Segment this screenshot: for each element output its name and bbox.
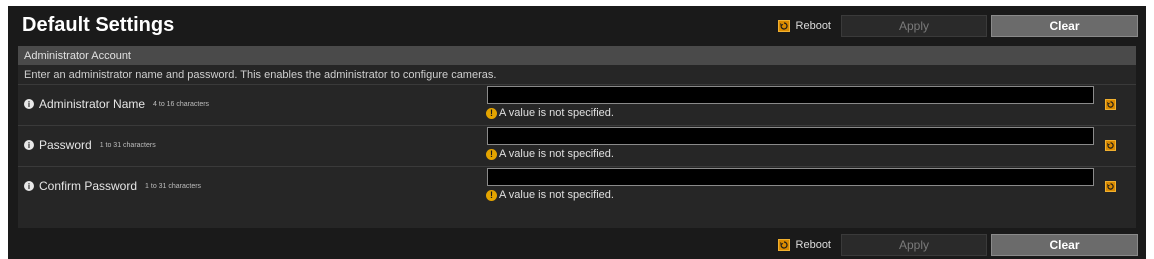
- reset-icon[interactable]: [1105, 181, 1116, 192]
- administrator-name-input[interactable]: [487, 86, 1094, 104]
- clear-button[interactable]: Clear: [991, 15, 1138, 37]
- password-input[interactable]: [487, 127, 1094, 145]
- bottom-action-bar: Reboot Apply Clear: [777, 234, 1138, 256]
- warning-icon: !: [486, 189, 497, 201]
- top-action-bar: Reboot Apply Clear: [777, 15, 1138, 37]
- confirm-password-input[interactable]: [487, 168, 1094, 186]
- apply-button[interactable]: Apply: [841, 234, 987, 256]
- warning-icon: !: [486, 107, 497, 119]
- password-label-group: i Password 1 to 31 characters: [24, 138, 156, 152]
- reboot-icon[interactable]: [777, 20, 790, 32]
- confirm-password-hint: 1 to 31 characters: [145, 182, 202, 190]
- administrator-name-label: Administrator Name: [39, 97, 146, 111]
- page-title: Default Settings: [22, 14, 175, 36]
- confirm-password-label: Confirm Password: [39, 179, 138, 193]
- password-warning-text: A value is not specified.: [499, 148, 614, 160]
- password-hint: 1 to 31 characters: [99, 141, 156, 149]
- administrator-name-row: i Administrator Name 4 to 16 characters …: [18, 85, 1136, 126]
- administrator-account-panel: Administrator Account Enter an administr…: [18, 46, 1136, 228]
- info-icon[interactable]: i: [24, 140, 34, 150]
- reset-icon[interactable]: [1105, 140, 1116, 151]
- info-icon[interactable]: i: [24, 99, 34, 109]
- apply-button[interactable]: Apply: [841, 15, 987, 37]
- reboot-label[interactable]: Reboot: [796, 20, 831, 32]
- settings-frame: Default Settings Reboot Apply Clear Admi…: [8, 6, 1146, 259]
- reboot-icon[interactable]: [777, 239, 790, 251]
- section-title: Administrator Account: [18, 46, 1136, 65]
- password-row: i Password 1 to 31 characters ! A value …: [18, 126, 1136, 167]
- clear-button[interactable]: Clear: [991, 234, 1138, 256]
- warning-icon: !: [486, 148, 497, 160]
- reboot-label[interactable]: Reboot: [796, 239, 831, 251]
- confirm-password-warning-text: A value is not specified.: [499, 189, 614, 201]
- administrator-name-hint: 4 to 16 characters: [153, 100, 210, 108]
- confirm-password-label-group: i Confirm Password 1 to 31 characters: [24, 179, 201, 193]
- password-warning: ! A value is not specified.: [486, 148, 614, 160]
- password-label: Password: [39, 138, 92, 152]
- administrator-name-warning: ! A value is not specified.: [486, 107, 614, 119]
- reset-icon[interactable]: [1105, 99, 1116, 110]
- confirm-password-row: i Confirm Password 1 to 31 characters ! …: [18, 167, 1136, 207]
- info-icon[interactable]: i: [24, 181, 34, 191]
- administrator-name-warning-text: A value is not specified.: [499, 107, 614, 119]
- section-description: Enter an administrator name and password…: [18, 65, 1136, 85]
- confirm-password-warning: ! A value is not specified.: [486, 189, 614, 201]
- administrator-name-label-group: i Administrator Name 4 to 16 characters: [24, 97, 209, 111]
